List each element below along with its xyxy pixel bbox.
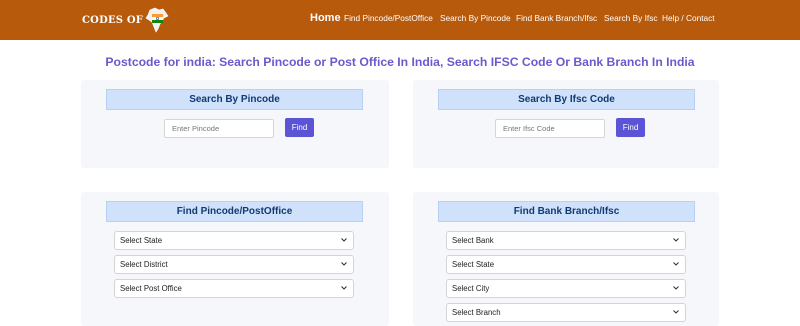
state-select-value: Select State [120,236,163,245]
nav-help-contact[interactable]: Help / Contact [662,13,715,23]
post-office-select-value: Select Post Office [120,284,182,293]
chevron-down-icon [341,262,347,266]
top-navbar: CODES OF Home Find Pincode/PostOffice Se… [0,0,800,40]
bank-state-select[interactable]: Select State [446,255,686,274]
find-bank-heading: Find Bank Branch/Ifsc [438,201,695,222]
branch-select[interactable]: Select Branch [446,303,686,322]
india-map-flag-icon [145,7,169,33]
state-select[interactable]: Select State [114,231,354,250]
nav-find-bank-branch[interactable]: Find Bank Branch/Ifsc [516,13,597,23]
nav-home[interactable]: Home [310,12,341,24]
branch-select-value: Select Branch [452,308,501,317]
brand-logo-link[interactable]: CODES OF [82,6,170,34]
nav-find-pincode[interactable]: Find Pincode/PostOffice [344,13,433,23]
post-office-select[interactable]: Select Post Office [114,279,354,298]
search-pincode-heading: Search By Pincode [106,89,363,110]
city-select-value: Select City [452,284,490,293]
city-select[interactable]: Select City [446,279,686,298]
chevron-down-icon [673,238,679,242]
chevron-down-icon [341,238,347,242]
bank-state-select-value: Select State [452,260,495,269]
chevron-down-icon [673,310,679,314]
ifsc-find-button[interactable]: Find [616,118,645,137]
chevron-down-icon [341,286,347,290]
chevron-down-icon [673,286,679,290]
ifsc-search-input[interactable] [495,119,605,138]
pincode-search-input[interactable] [164,119,274,138]
find-pincode-heading: Find Pincode/PostOffice [106,201,363,222]
district-select[interactable]: Select District [114,255,354,274]
brand-text: CODES OF [82,14,144,26]
chevron-down-icon [673,262,679,266]
district-select-value: Select District [120,260,168,269]
search-ifsc-heading: Search By Ifsc Code [438,89,695,110]
nav-search-by-ifsc[interactable]: Search By Ifsc [604,13,658,23]
page-title: Postcode for india: Search Pincode or Po… [105,55,695,69]
bank-select[interactable]: Select Bank [446,231,686,250]
nav-search-by-pincode[interactable]: Search By Pincode [440,13,511,23]
pincode-find-button[interactable]: Find [285,118,314,137]
bank-select-value: Select Bank [452,236,494,245]
